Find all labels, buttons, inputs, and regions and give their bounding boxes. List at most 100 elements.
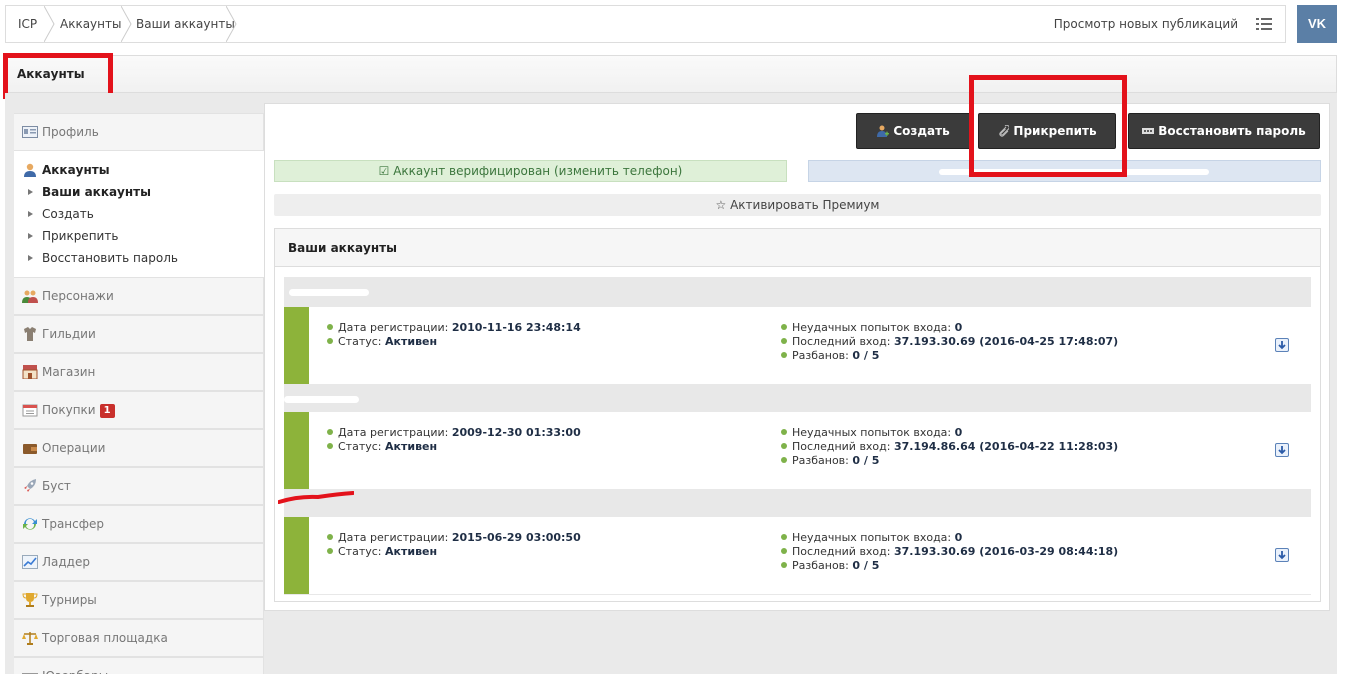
status-field: Статус: Активен xyxy=(327,335,437,348)
expand-down-icon[interactable] xyxy=(1275,548,1289,562)
vk-button[interactable]: VK xyxy=(1297,5,1337,43)
rocket-icon xyxy=(22,479,38,493)
field-label: Разбанов: xyxy=(792,559,849,572)
failed-logins-field: Неудачных попыток входа: 0 xyxy=(781,321,962,334)
redaction-smear xyxy=(289,289,369,296)
failed-logins-field: Неудачных попыток входа: 0 xyxy=(781,426,962,439)
create-button-label: Создать xyxy=(893,124,950,138)
guild-icon xyxy=(22,327,38,341)
red-redaction-scribble xyxy=(278,491,354,504)
restore-password-button[interactable]: Восстановить пароль xyxy=(1128,113,1320,149)
breadcrumb-separator xyxy=(226,6,238,42)
field-label: Статус: xyxy=(338,440,382,453)
last-login-field: Последний вход: 37.193.30.69 (2016-03-29… xyxy=(781,545,1118,558)
field-value: 2010-11-16 23:48:14 xyxy=(451,321,581,334)
sidebar-item-characters[interactable]: Персонажи xyxy=(14,277,264,315)
field-label: Разбанов: xyxy=(792,454,849,467)
field-value: Активен xyxy=(385,440,438,453)
account-row: Дата регистрации: 2015-06-29 03:00:50 Ст… xyxy=(284,517,1311,594)
userbar-icon xyxy=(22,669,38,674)
breadcrumb-separator xyxy=(121,6,133,42)
star-icon: ☆ xyxy=(715,198,731,212)
section-header: Аккаунты xyxy=(5,55,1337,93)
sidebar-item-label: Ладдер xyxy=(42,555,90,569)
accounts-panel-title: Ваши аккаунты xyxy=(275,229,1320,267)
breadcrumb-icp[interactable]: ICP xyxy=(18,6,37,42)
purchases-badge: 1 xyxy=(99,404,115,418)
sidebar-subitem-attach[interactable]: Прикрепить xyxy=(27,229,118,243)
sidebar-item-guilds[interactable]: Гильдии xyxy=(14,315,264,353)
unbans-field: Разбанов: 0 / 5 xyxy=(781,454,879,467)
reg-date-field: Дата регистрации: 2015-06-29 03:00:50 xyxy=(327,531,581,544)
sidebar-section-accounts: Аккаунты Ваши аккаунты Создать Прикрепит… xyxy=(14,151,264,277)
sidebar-item-userbars[interactable]: Юзербары xyxy=(14,657,264,674)
field-label: Дата регистрации: xyxy=(338,321,449,334)
field-value: 0 / 5 xyxy=(852,454,880,467)
sidebar-item-shop[interactable]: Магазин xyxy=(14,353,264,391)
restore-password-button-label: Восстановить пароль xyxy=(1158,124,1306,138)
create-button[interactable]: Создать xyxy=(856,113,971,149)
sidebar-item-label: Турниры xyxy=(42,593,97,607)
sidebar-subitem-restore-password[interactable]: Восстановить пароль xyxy=(28,251,178,265)
field-label: Неудачных попыток входа: xyxy=(792,531,952,544)
sidebar-item-label: Профиль xyxy=(42,125,99,139)
field-label: Дата регистрации: xyxy=(338,531,449,544)
verified-bar[interactable]: ☑ Аккаунт верифицирован (изменить телефо… xyxy=(274,160,787,182)
account-status-strip xyxy=(284,517,309,594)
field-value: 37.194.86.64 (2016-04-22 11:28:03) xyxy=(893,440,1119,453)
sidebar-item-purchases[interactable]: Покупки 1 xyxy=(14,391,264,429)
account-status-strip xyxy=(284,307,309,384)
sidebar-item-ladder[interactable]: Ладдер xyxy=(14,543,264,581)
sidebar-item-operations[interactable]: Операции xyxy=(14,429,264,467)
field-value: 0 xyxy=(954,531,963,544)
sidebar-item-tournaments[interactable]: Турниры xyxy=(14,581,264,619)
accounts-list: Дата регистрации: 2010-11-16 23:48:14 Ст… xyxy=(284,277,1311,595)
field-value: 0 xyxy=(954,426,963,439)
vk-icon: VK xyxy=(1307,16,1327,31)
user-icon xyxy=(23,163,37,177)
sidebar-subitem-your-accounts[interactable]: Ваши аккаунты xyxy=(28,185,151,199)
sidebar-item-label: Магазин xyxy=(42,365,96,379)
field-label: Разбанов: xyxy=(792,349,849,362)
purchases-icon xyxy=(22,403,38,417)
add-user-icon xyxy=(877,116,890,137)
content-panel: Создать Прикрепить Восстановить пароль ☑… xyxy=(264,103,1330,611)
field-value: 0 / 5 xyxy=(852,349,880,362)
sidebar-item-marketplace[interactable]: Торговая площадка xyxy=(14,619,264,657)
new-publications-link[interactable]: Просмотр новых публикаций xyxy=(1054,6,1238,42)
shop-icon xyxy=(22,365,38,380)
sidebar-item-label: Торговая площадка xyxy=(42,631,168,645)
breadcrumb: ICP Аккаунты Ваши аккаунты Просмотр новы… xyxy=(5,5,1286,43)
reg-date-field: Дата регистрации: 2010-11-16 23:48:14 xyxy=(327,321,581,334)
sidebar: Профиль Аккаунты Ваши аккаунты Создать П… xyxy=(14,113,264,674)
unbans-field: Разбанов: 0 / 5 xyxy=(781,349,879,362)
sidebar-item-label: Гильдии xyxy=(42,327,96,341)
id-card-icon xyxy=(22,125,38,139)
redaction-smear xyxy=(284,396,359,403)
field-value: 0 xyxy=(954,321,963,334)
sidebar-item-transfer[interactable]: Трансфер xyxy=(14,505,264,543)
sidebar-item-profile[interactable]: Профиль xyxy=(14,113,264,151)
expand-down-icon[interactable] xyxy=(1275,443,1289,457)
field-label: Статус: xyxy=(338,335,382,348)
premium-button[interactable]: ☆ Активировать Премиум xyxy=(274,194,1321,216)
field-value: Активен xyxy=(385,335,438,348)
scales-icon xyxy=(22,631,38,645)
sidebar-item-boost[interactable]: Буст xyxy=(14,467,264,505)
characters-icon xyxy=(22,289,38,303)
transfer-icon xyxy=(22,517,38,531)
field-label: Неудачных попыток входа: xyxy=(792,321,952,334)
list-icon[interactable] xyxy=(1256,18,1272,30)
sidebar-item-label: Персонажи xyxy=(42,289,114,303)
status-field: Статус: Активен xyxy=(327,440,437,453)
breadcrumb-your-accounts[interactable]: Ваши аккаунты xyxy=(136,6,235,42)
breadcrumb-accounts[interactable]: Аккаунты xyxy=(60,6,121,42)
field-value: 2015-06-29 03:00:50 xyxy=(451,531,581,544)
highlight-box xyxy=(969,75,1127,177)
account-row: Дата регистрации: 2010-11-16 23:48:14 Ст… xyxy=(284,307,1311,384)
field-value: Активен xyxy=(385,545,438,558)
sidebar-item-label: Покупки 1 xyxy=(42,392,115,428)
ladder-icon xyxy=(22,555,38,569)
expand-down-icon[interactable] xyxy=(1275,338,1289,352)
sidebar-subitem-create[interactable]: Создать xyxy=(28,207,94,221)
